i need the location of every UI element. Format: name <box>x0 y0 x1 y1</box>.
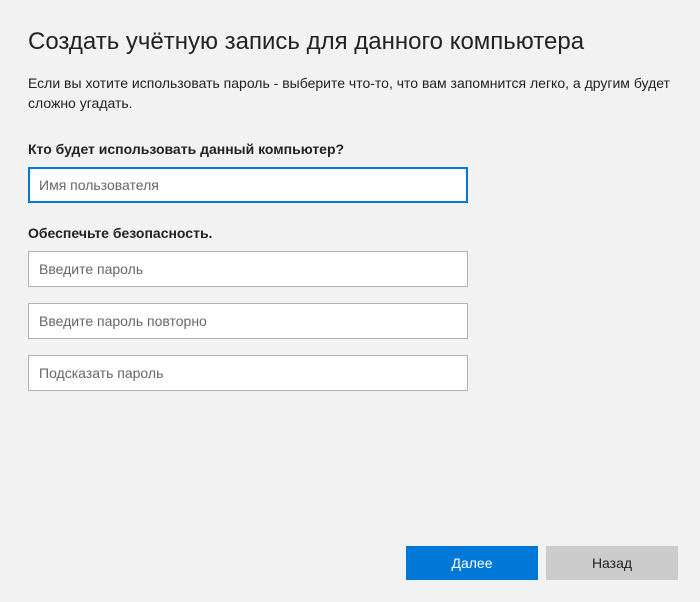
user-section-label: Кто будет использовать данный компьютер? <box>28 141 672 157</box>
password-hint-input[interactable] <box>28 355 468 391</box>
password-input[interactable] <box>28 251 468 287</box>
back-button[interactable]: Назад <box>546 546 678 580</box>
password-confirm-input[interactable] <box>28 303 468 339</box>
page-subtitle: Если вы хотите использовать пароль - выб… <box>28 74 672 113</box>
account-creation-form: Создать учётную запись для данного компь… <box>0 0 700 391</box>
username-input[interactable] <box>28 167 468 203</box>
security-section-label: Обеспечьте безопасность. <box>28 225 672 241</box>
page-title: Создать учётную запись для данного компь… <box>28 28 672 56</box>
footer-buttons: Далее Назад <box>406 546 678 580</box>
next-button[interactable]: Далее <box>406 546 538 580</box>
